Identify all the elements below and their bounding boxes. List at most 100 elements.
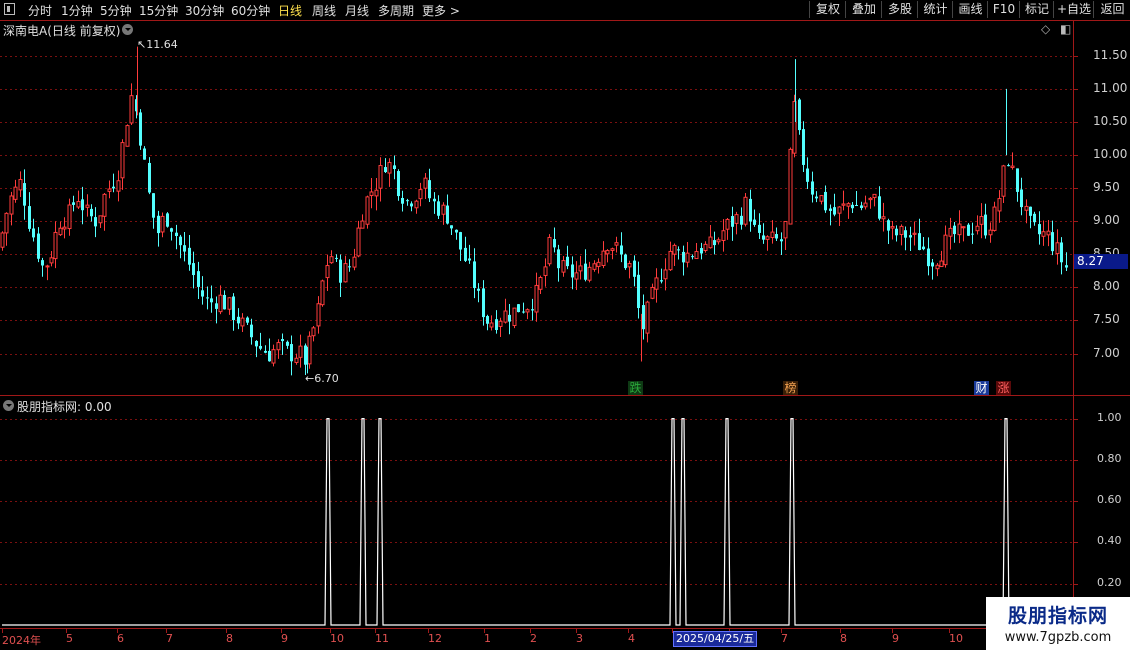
candle-down — [482, 288, 485, 318]
candle-up — [979, 216, 984, 225]
candle-up — [129, 95, 134, 124]
candle-up — [1024, 205, 1029, 211]
candle-up — [975, 225, 980, 232]
candle-down — [215, 303, 218, 309]
candle-down — [677, 249, 680, 251]
candle-down — [290, 344, 293, 362]
indicator-tick-label: 1.00 — [1097, 410, 1122, 424]
candle-up — [489, 322, 494, 328]
candle-down — [450, 225, 453, 229]
candle-down — [477, 288, 480, 291]
candle-up — [227, 297, 232, 310]
y-tick-label: 9.00 — [1093, 213, 1120, 228]
candle-up — [441, 204, 446, 215]
candle-up — [125, 125, 130, 147]
candle-down — [851, 204, 854, 209]
candle-up — [316, 303, 321, 327]
candle-down — [139, 112, 142, 146]
candle-up — [783, 220, 788, 239]
candle-down — [517, 304, 520, 313]
candle-up — [67, 204, 72, 230]
candle-down — [833, 207, 836, 215]
high-annotation: ↖11.64 — [137, 38, 178, 51]
candle-up — [85, 204, 90, 208]
candle-up — [650, 286, 655, 299]
candle-down — [259, 345, 262, 349]
candle-down — [268, 350, 271, 362]
x-month-label: 9 — [892, 632, 899, 645]
y-tick-label: 10.50 — [1093, 114, 1128, 128]
candle-down — [255, 340, 258, 347]
candle-down — [339, 259, 342, 283]
candle-up — [18, 179, 23, 191]
candle-up — [271, 349, 276, 364]
candle-down — [112, 186, 115, 189]
candle-down — [1029, 206, 1032, 216]
event-marker-drop[interactable]: 跌 — [628, 381, 643, 395]
candle-down — [170, 228, 173, 232]
x-month-label: 11 — [375, 632, 389, 645]
candle-up — [935, 264, 940, 270]
diamond-icon[interactable]: ◇ — [1041, 22, 1050, 36]
candle-down — [967, 224, 970, 236]
candle-up — [503, 310, 508, 323]
candle-down — [984, 214, 987, 236]
candle-up — [716, 239, 721, 243]
x-month-label: 5 — [66, 632, 73, 645]
candle-down — [909, 235, 912, 238]
candle-down — [1038, 224, 1041, 235]
candle-up — [294, 357, 299, 363]
candle-up — [668, 250, 673, 271]
candle-down — [23, 183, 26, 206]
candle-up — [578, 265, 583, 272]
candle-down — [384, 167, 387, 173]
candle-up — [160, 215, 165, 233]
candle-up — [765, 236, 770, 240]
y-tick-label: 7.50 — [1093, 312, 1120, 327]
candle-down — [802, 129, 805, 165]
candle-down — [1060, 242, 1063, 263]
indicator-menu-icon[interactable] — [3, 400, 14, 411]
event-marker-rise[interactable]: 涨 — [996, 381, 1011, 395]
candle-down — [918, 233, 921, 251]
indicator-title: 股朋指标网: 0.00 — [17, 398, 112, 415]
candle-down — [304, 345, 307, 365]
candle-up — [76, 201, 81, 208]
candle-down — [700, 248, 703, 254]
candle-down — [232, 296, 235, 321]
candle-down — [188, 247, 191, 265]
candle-down — [780, 239, 783, 242]
chart-menu-icon[interactable] — [122, 24, 133, 35]
candle-up — [601, 250, 606, 267]
candle-up — [356, 227, 361, 257]
candle-up — [605, 250, 610, 255]
candle-down — [192, 263, 195, 276]
candle-down — [175, 232, 178, 237]
x-month-label: 10 — [949, 632, 963, 645]
candle-down — [860, 205, 863, 209]
candle-up — [374, 189, 379, 197]
candle-up — [596, 261, 601, 267]
candle-down — [824, 191, 827, 211]
candle-up — [0, 232, 5, 248]
candle-up — [418, 189, 423, 200]
event-marker-finance[interactable]: 财 — [974, 381, 989, 395]
candle-down — [210, 298, 213, 303]
candle-up — [107, 188, 112, 192]
candle-down — [433, 198, 436, 202]
candle-down — [1020, 189, 1023, 208]
candle-up — [240, 317, 245, 327]
layout-icon[interactable]: ◧ — [1060, 22, 1071, 36]
event-marker-list[interactable]: 榜 — [783, 381, 798, 395]
candle-up — [534, 284, 539, 313]
chart-canvas[interactable] — [0, 0, 1130, 650]
candle-up — [610, 248, 615, 251]
candle-down — [486, 316, 489, 324]
candle-down — [815, 196, 818, 199]
candle-up — [53, 231, 58, 260]
candle-down — [148, 162, 151, 193]
candle-down — [157, 215, 160, 234]
last-price-tag: 8.27 — [1074, 254, 1128, 269]
candle-up — [694, 251, 699, 260]
candle-down — [508, 314, 511, 322]
